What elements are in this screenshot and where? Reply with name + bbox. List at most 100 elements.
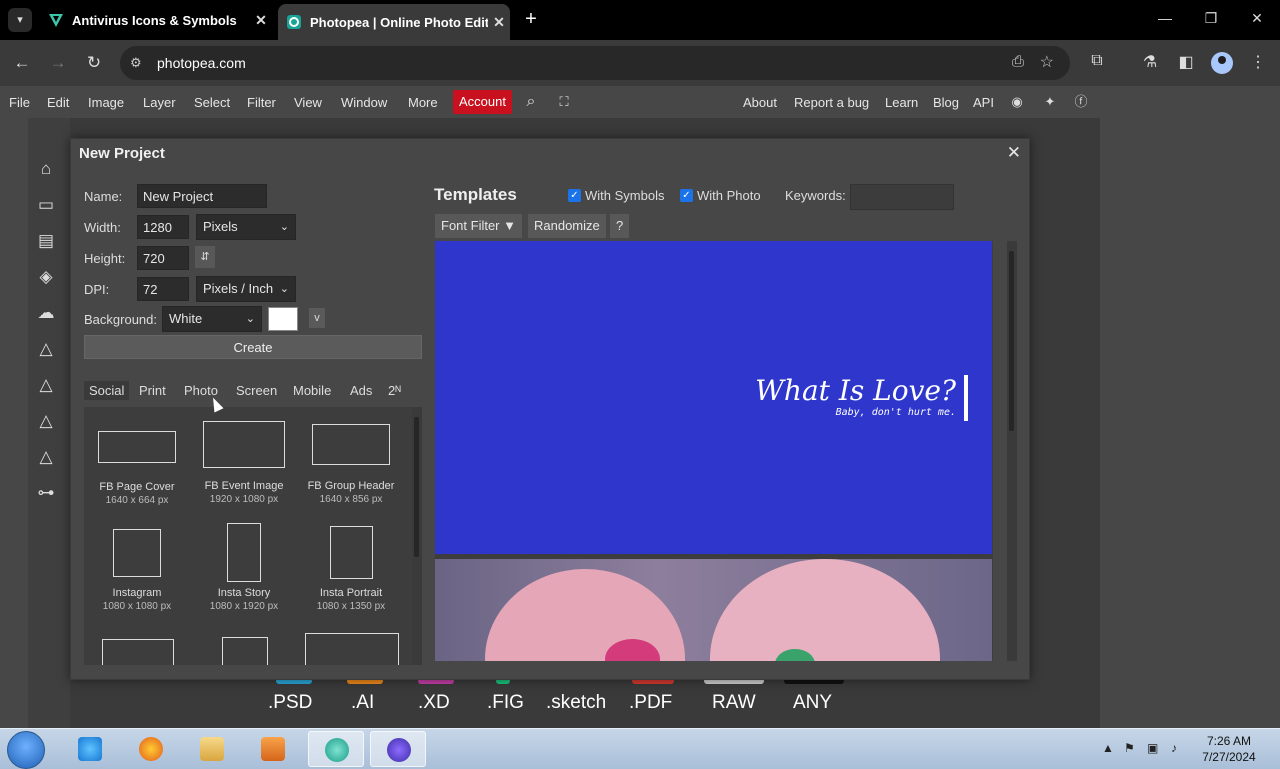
preset-thumbnail[interactable] bbox=[102, 639, 174, 665]
preset-thumbnail[interactable] bbox=[305, 633, 399, 665]
menu-file[interactable]: File bbox=[9, 95, 30, 110]
menu-image[interactable]: Image bbox=[88, 95, 124, 110]
create-button[interactable]: Create bbox=[84, 335, 422, 359]
storage-icon[interactable]: ▤ bbox=[35, 230, 57, 252]
tab-search-button[interactable]: ▾ bbox=[8, 8, 32, 32]
taskbar-explorer[interactable] bbox=[184, 731, 240, 767]
link-api[interactable]: API bbox=[973, 95, 994, 110]
taskbar-app[interactable] bbox=[370, 731, 426, 767]
minimize-button[interactable]: — bbox=[1150, 10, 1180, 26]
dpi-field[interactable]: 72 bbox=[137, 277, 189, 301]
scrollbar-thumb[interactable] bbox=[414, 417, 419, 557]
link-blog[interactable]: Blog bbox=[933, 95, 959, 110]
tab-power-of-two[interactable]: 2ᴺ bbox=[388, 383, 401, 398]
reload-icon[interactable]: ↻ bbox=[83, 52, 105, 74]
tab-screen[interactable]: Screen bbox=[236, 383, 277, 398]
close-tab-icon[interactable]: ✕ bbox=[488, 14, 510, 31]
twitter-icon[interactable]: ✦ bbox=[1040, 93, 1060, 111]
start-orb[interactable] bbox=[7, 731, 45, 769]
menu-select[interactable]: Select bbox=[194, 95, 230, 110]
preset-thumbnail[interactable] bbox=[222, 637, 268, 665]
keywords-input[interactable] bbox=[850, 184, 954, 210]
network-icon[interactable]: ▣ bbox=[1147, 741, 1158, 755]
computer-icon[interactable]: ▭ bbox=[35, 194, 57, 216]
swap-dimensions-button[interactable]: ⇵ bbox=[195, 246, 215, 268]
background-select[interactable]: White ⌄ bbox=[162, 306, 262, 332]
volume-icon[interactable]: ♪ bbox=[1171, 741, 1177, 755]
scrollbar-thumb[interactable] bbox=[1009, 251, 1014, 431]
taskbar-chrome[interactable] bbox=[308, 731, 364, 767]
tab-social[interactable]: Social bbox=[84, 381, 130, 400]
width-field[interactable]: 1280 bbox=[137, 215, 189, 239]
tab-ads[interactable]: Ads bbox=[350, 383, 372, 398]
search-icon[interactable]: ⌕ bbox=[521, 93, 541, 111]
width-unit-select[interactable]: Pixels ⌄ bbox=[196, 214, 296, 240]
preset-scrollbar[interactable] bbox=[412, 407, 422, 665]
side-panel-icon[interactable]: ◧ bbox=[1175, 52, 1197, 72]
menu-view[interactable]: View bbox=[294, 95, 322, 110]
preset-fb-event-image[interactable]: FB Event Image 1920 x 1080 px bbox=[194, 421, 294, 505]
tab-photopea[interactable]: Photopea | Online Photo Editor ✕ bbox=[278, 4, 510, 40]
name-field[interactable]: New Project bbox=[137, 184, 267, 208]
close-tab-icon[interactable]: ✕ bbox=[250, 12, 272, 29]
site-info-icon[interactable]: ⚙ bbox=[130, 55, 142, 71]
google-drive-icon[interactable]: △ bbox=[35, 446, 57, 468]
restore-button[interactable]: ❐ bbox=[1196, 10, 1226, 27]
facebook-icon[interactable]: ⓕ bbox=[1071, 93, 1091, 111]
menu-filter[interactable]: Filter bbox=[247, 95, 276, 110]
google-drive-icon[interactable]: △ bbox=[35, 410, 57, 432]
home-icon[interactable]: ⌂ bbox=[35, 158, 57, 180]
taskbar-ie[interactable] bbox=[62, 731, 118, 767]
labs-flask-icon[interactable]: ⚗ bbox=[1139, 52, 1161, 72]
onedrive-icon[interactable]: ☁ bbox=[35, 302, 57, 324]
with-symbols-checkbox[interactable]: ✓ bbox=[568, 189, 581, 202]
gamepad-icon[interactable]: ⊶ bbox=[35, 482, 57, 504]
menu-layer[interactable]: Layer bbox=[143, 95, 176, 110]
forward-arrow-icon[interactable]: → bbox=[47, 52, 69, 74]
address-bar[interactable]: ⚙ photopea.com ⎙ ☆ bbox=[120, 46, 1070, 80]
background-color-swatch[interactable] bbox=[268, 307, 298, 331]
taskbar-firefox[interactable] bbox=[123, 731, 179, 767]
menu-edit[interactable]: Edit bbox=[47, 95, 69, 110]
new-tab-button[interactable]: + bbox=[520, 8, 542, 30]
font-filter-button[interactable]: Font Filter ▼ bbox=[435, 214, 522, 238]
more-menu-icon[interactable]: ⋮ bbox=[1247, 52, 1269, 72]
action-center-flag-icon[interactable]: ⚑ bbox=[1124, 741, 1135, 755]
with-photo-checkbox[interactable]: ✓ bbox=[680, 189, 693, 202]
close-window-button[interactable]: ✕ bbox=[1242, 10, 1272, 27]
background-options-button[interactable]: v bbox=[309, 308, 325, 328]
height-field[interactable]: 720 bbox=[137, 246, 189, 270]
link-learn[interactable]: Learn bbox=[885, 95, 918, 110]
link-report-bug[interactable]: Report a bug bbox=[794, 95, 869, 110]
preset-insta-portrait[interactable]: Insta Portrait 1080 x 1350 px bbox=[301, 526, 401, 612]
google-drive-icon[interactable]: △ bbox=[35, 338, 57, 360]
template-what-is-love[interactable]: What Is Love? Baby, don't hurt me. bbox=[435, 241, 992, 554]
tab-print[interactable]: Print bbox=[139, 383, 166, 398]
tray-expand-icon[interactable]: ▲ bbox=[1102, 741, 1114, 755]
taskbar-media[interactable] bbox=[245, 731, 301, 767]
randomize-button[interactable]: Randomize bbox=[528, 214, 606, 238]
google-drive-icon[interactable]: △ bbox=[35, 374, 57, 396]
dpi-unit-select[interactable]: Pixels / Inch ⌄ bbox=[196, 276, 296, 302]
extensions-icon[interactable]: ⧉ bbox=[1086, 52, 1108, 70]
preset-instagram[interactable]: Instagram 1080 x 1080 px bbox=[87, 529, 187, 612]
profile-avatar[interactable] bbox=[1211, 52, 1233, 74]
dropbox-icon[interactable]: ◈ bbox=[35, 266, 57, 288]
menu-more[interactable]: More bbox=[408, 95, 438, 110]
templates-scrollbar[interactable] bbox=[1007, 241, 1017, 661]
reddit-icon[interactable]: ◉ bbox=[1007, 93, 1027, 111]
tab-photo[interactable]: Photo bbox=[184, 383, 218, 398]
help-button[interactable]: ? bbox=[610, 214, 630, 238]
fullscreen-icon[interactable]: ⛶ bbox=[554, 93, 574, 111]
template-photo-card[interactable] bbox=[435, 559, 992, 661]
link-about[interactable]: About bbox=[743, 95, 777, 110]
close-icon[interactable]: ✕ bbox=[1007, 143, 1021, 163]
back-arrow-icon[interactable]: ← bbox=[11, 52, 33, 74]
system-clock[interactable]: 7:26 AM 7/27/2024 bbox=[1196, 733, 1262, 765]
tab-antivirus-icons[interactable]: Antivirus Icons & Symbols ✕ bbox=[40, 4, 272, 36]
install-app-icon[interactable]: ⎙ bbox=[1012, 53, 1024, 70]
bookmark-star-icon[interactable]: ☆ bbox=[1040, 52, 1054, 72]
menu-window[interactable]: Window bbox=[341, 95, 387, 110]
tab-mobile[interactable]: Mobile bbox=[293, 383, 331, 398]
preset-insta-story[interactable]: Insta Story 1080 x 1920 px bbox=[194, 523, 294, 612]
